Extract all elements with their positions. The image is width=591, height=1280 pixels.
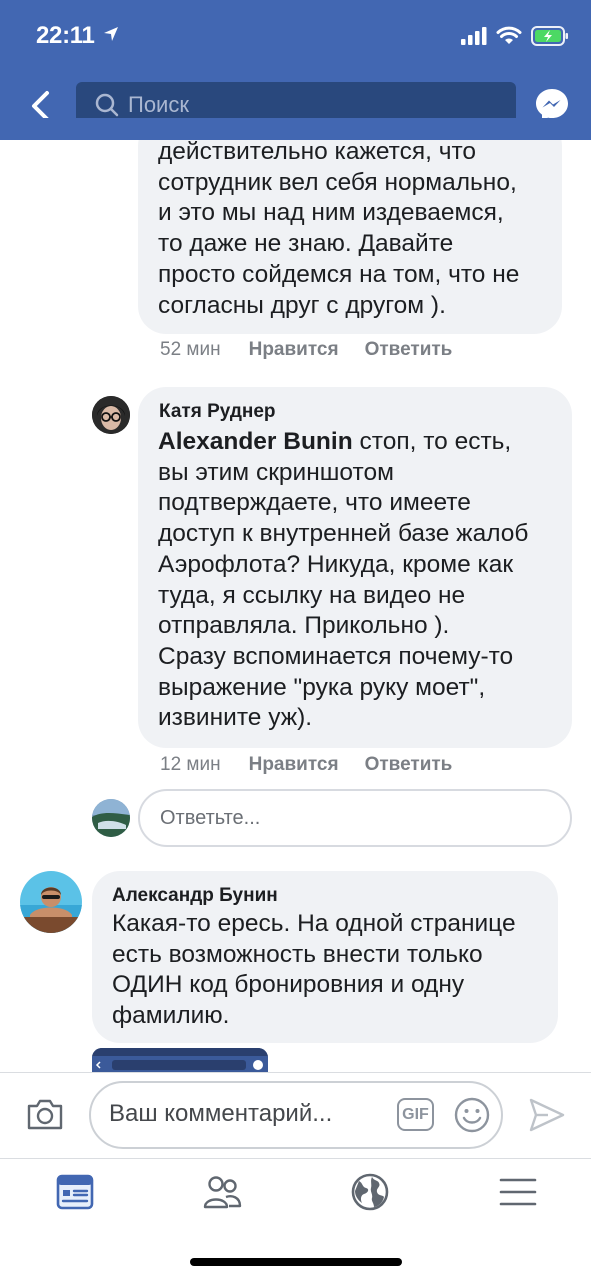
comment-bubble: действительно кажется, что сотрудник вел…: [138, 118, 562, 334]
comment-author[interactable]: Катя Руднер: [159, 399, 276, 425]
comment-text: действительно кажется, что сотрудник вел…: [158, 138, 520, 319]
avatar-image: [20, 871, 82, 933]
header-cover: [0, 118, 591, 140]
avatar-image: [92, 396, 130, 434]
location-arrow-icon: [103, 27, 118, 41]
gif-button[interactable]: GIF: [397, 1098, 434, 1131]
signal-icon: [461, 27, 487, 45]
comment-first-line: Alexander Bunin стоп, то есть,: [158, 427, 568, 458]
camera-icon[interactable]: [26, 1097, 64, 1131]
reply-input[interactable]: Ответьте...: [138, 789, 572, 847]
avatar[interactable]: [92, 396, 130, 434]
gif-label: GIF: [402, 1105, 429, 1123]
status-time-text: 22:11: [36, 22, 95, 49]
status-time: 22:11: [36, 22, 119, 50]
comment-meta: 52 мин Нравится Ответить: [160, 339, 478, 361]
avatar-image: [92, 799, 130, 837]
comment-time: 12 мин: [160, 754, 221, 775]
comment-meta: 12 мин Нравится Ответить: [160, 754, 478, 776]
comment-bubble: Александр Бунин Какая-то ересь. На одной…: [92, 871, 558, 1043]
battery-icon: [531, 26, 568, 46]
globe-icon[interactable]: [350, 1172, 390, 1212]
comment-placeholder: Ваш комментарий...: [109, 1100, 333, 1127]
status-icons: [461, 24, 569, 48]
comment-bubble: Катя Руднер Alexander Bunin стоп, то ест…: [138, 387, 572, 748]
reply-placeholder: Ответьте...: [160, 806, 261, 829]
emoji-icon[interactable]: [453, 1096, 491, 1134]
avatar: [92, 799, 130, 837]
reply-link[interactable]: Ответить: [365, 339, 453, 361]
comment-text-first: стоп, то есть,: [352, 428, 512, 455]
search-placeholder: Поиск: [128, 92, 189, 117]
reply-link[interactable]: Ответить: [365, 754, 453, 776]
like-link[interactable]: Нравится: [249, 339, 339, 361]
comment-input[interactable]: Ваш комментарий... GIF: [89, 1081, 503, 1149]
search-icon: [94, 92, 120, 118]
comment-text: вы этим скриншотом подтверждаете, что им…: [158, 458, 529, 732]
comment-mention[interactable]: Alexander Bunin: [158, 428, 353, 455]
news-feed-icon[interactable]: [55, 1173, 95, 1211]
send-icon[interactable]: [528, 1097, 566, 1133]
like-link[interactable]: Нравится: [249, 754, 339, 776]
comment-time: 52 мин: [160, 339, 221, 360]
home-indicator: [190, 1258, 402, 1266]
friends-icon[interactable]: [202, 1173, 242, 1211]
avatar[interactable]: [20, 871, 82, 933]
wifi-icon: [496, 26, 522, 44]
comment-author[interactable]: Александр Бунин: [112, 883, 278, 909]
comment-text: Какая-то ересь. На одной странице есть в…: [112, 910, 516, 1030]
menu-icon[interactable]: [498, 1173, 538, 1211]
